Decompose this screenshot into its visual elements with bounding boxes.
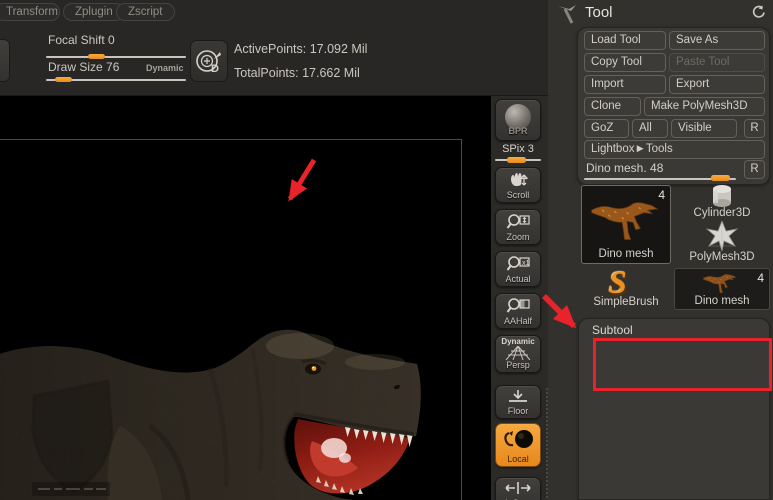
brush-button-partial[interactable]: [0, 39, 10, 82]
draw-size-label: Draw Size 76: [48, 60, 119, 74]
subtool-title: Subtool: [592, 323, 633, 337]
tool-palette: Tool Load Tool Save As Copy Tool Paste T…: [548, 0, 773, 500]
canvas-side-shelf: BPR SPix 3 Scroll Zoom x1 Actual: [491, 96, 548, 500]
paste-tool-button: Paste Tool: [669, 53, 765, 72]
viewport-canvas[interactable]: ag: [0, 96, 491, 500]
persp-button[interactable]: Dynamic Persp: [495, 335, 541, 373]
total-points-readout: TotalPoints: 17.662 Mil: [234, 66, 360, 80]
goz-button[interactable]: GoZ: [584, 119, 629, 138]
tool-panel-title: Tool: [585, 4, 613, 21]
dynamic-label: Dynamic: [146, 63, 184, 73]
save-as-button[interactable]: Save As: [669, 31, 765, 50]
actual-button[interactable]: x1 Actual: [495, 251, 541, 287]
visible-button[interactable]: Visible: [671, 119, 737, 138]
dino-mesh-tool-2[interactable]: 4 Dino mesh: [674, 268, 770, 310]
floor-button[interactable]: Floor: [495, 385, 541, 419]
svg-text:D: D: [211, 63, 219, 75]
focal-shift-label: Focal Shift 0: [48, 33, 115, 47]
simplebrush-tool[interactable]: S SimpleBrush: [581, 268, 671, 310]
tab-zscript[interactable]: Zscript: [116, 3, 175, 21]
focal-shift-slider[interactable]: [46, 56, 186, 58]
thumbnail-label: Dino mesh: [675, 295, 769, 307]
clone-button[interactable]: Clone: [584, 97, 641, 116]
zoom-button[interactable]: Zoom: [495, 209, 541, 245]
export-button[interactable]: Export: [669, 75, 765, 94]
local-button[interactable]: Local: [495, 423, 541, 467]
tool-palette-header: Tool: [548, 0, 773, 26]
bpr-button[interactable]: BPR: [495, 99, 541, 141]
watermark-logo: ag: [24, 374, 119, 500]
polymesh3d-tool[interactable]: PolyMesh3D: [674, 221, 770, 264]
aahalf-magnifier-icon: [506, 297, 530, 317]
import-button[interactable]: Import: [584, 75, 666, 94]
svg-text:x1: x1: [522, 260, 530, 267]
dynamic-draw-size-button[interactable]: D: [190, 40, 228, 82]
polymesh3d-star-icon: [706, 221, 738, 251]
top-menu-bar: Transform Zplugin Zscript Focal Shift 0 …: [0, 0, 548, 96]
thumbnail-badge: 4: [757, 271, 764, 285]
focal-shift-slider-handle[interactable]: [88, 54, 105, 59]
all-button[interactable]: All: [632, 119, 668, 138]
restore-config-icon[interactable]: [751, 5, 766, 20]
persp-dynamic-label: Dynamic: [496, 337, 540, 346]
spix-slider-handle[interactable]: [507, 157, 526, 163]
lightbox-tools-button[interactable]: Lightbox►Tools: [584, 140, 765, 159]
lsym-button[interactable]: L.Sym: [495, 477, 541, 500]
floor-icon: [507, 389, 529, 405]
cylinder3d-icon: [707, 184, 737, 208]
zoom-magnifier-icon: [506, 213, 530, 233]
mesh-resolution-slider-handle[interactable]: [711, 175, 730, 181]
active-points-readout: ActivePoints: 17.092 Mil: [234, 42, 367, 56]
make-polymesh3d-button[interactable]: Make PolyMesh3D: [644, 97, 765, 116]
actual-size-icon: x1: [506, 255, 530, 275]
mesh-slider-label: Dino mesh. 48: [586, 161, 663, 175]
lsym-arrows-icon: [505, 481, 531, 495]
mesh-r-button[interactable]: R: [744, 160, 765, 179]
copy-tool-button[interactable]: Copy Tool: [584, 53, 666, 72]
aahalf-button[interactable]: AAHalf: [495, 293, 541, 329]
visible-r-button[interactable]: R: [744, 119, 765, 138]
persp-grid-icon: [504, 346, 532, 360]
local-pivot-icon: [501, 427, 535, 453]
shelf-mini-marks: [499, 377, 539, 383]
dino-mesh-sprite: [587, 198, 667, 242]
scroll-button[interactable]: Scroll: [495, 167, 541, 203]
cylinder3d-tool[interactable]: Cylinder3D: [674, 184, 770, 220]
dino-mesh-sprite: [695, 272, 747, 294]
thumbnail-label: Dino mesh: [582, 248, 670, 260]
current-tool-thumbnail[interactable]: 4 Dino mesh: [581, 185, 671, 264]
load-tool-button[interactable]: Load Tool: [584, 31, 666, 50]
svg-text:ag: ag: [50, 430, 86, 470]
draw-size-slider-handle[interactable]: [55, 77, 72, 82]
tool-hammer-icon: [555, 3, 579, 25]
subtool-container: [578, 318, 770, 500]
tab-transform[interactable]: Transform: [0, 3, 60, 21]
spix-label: SPix 3: [495, 143, 541, 155]
dynamic-draw-size-icon: D: [194, 45, 224, 77]
scroll-hand-icon: [506, 171, 530, 191]
